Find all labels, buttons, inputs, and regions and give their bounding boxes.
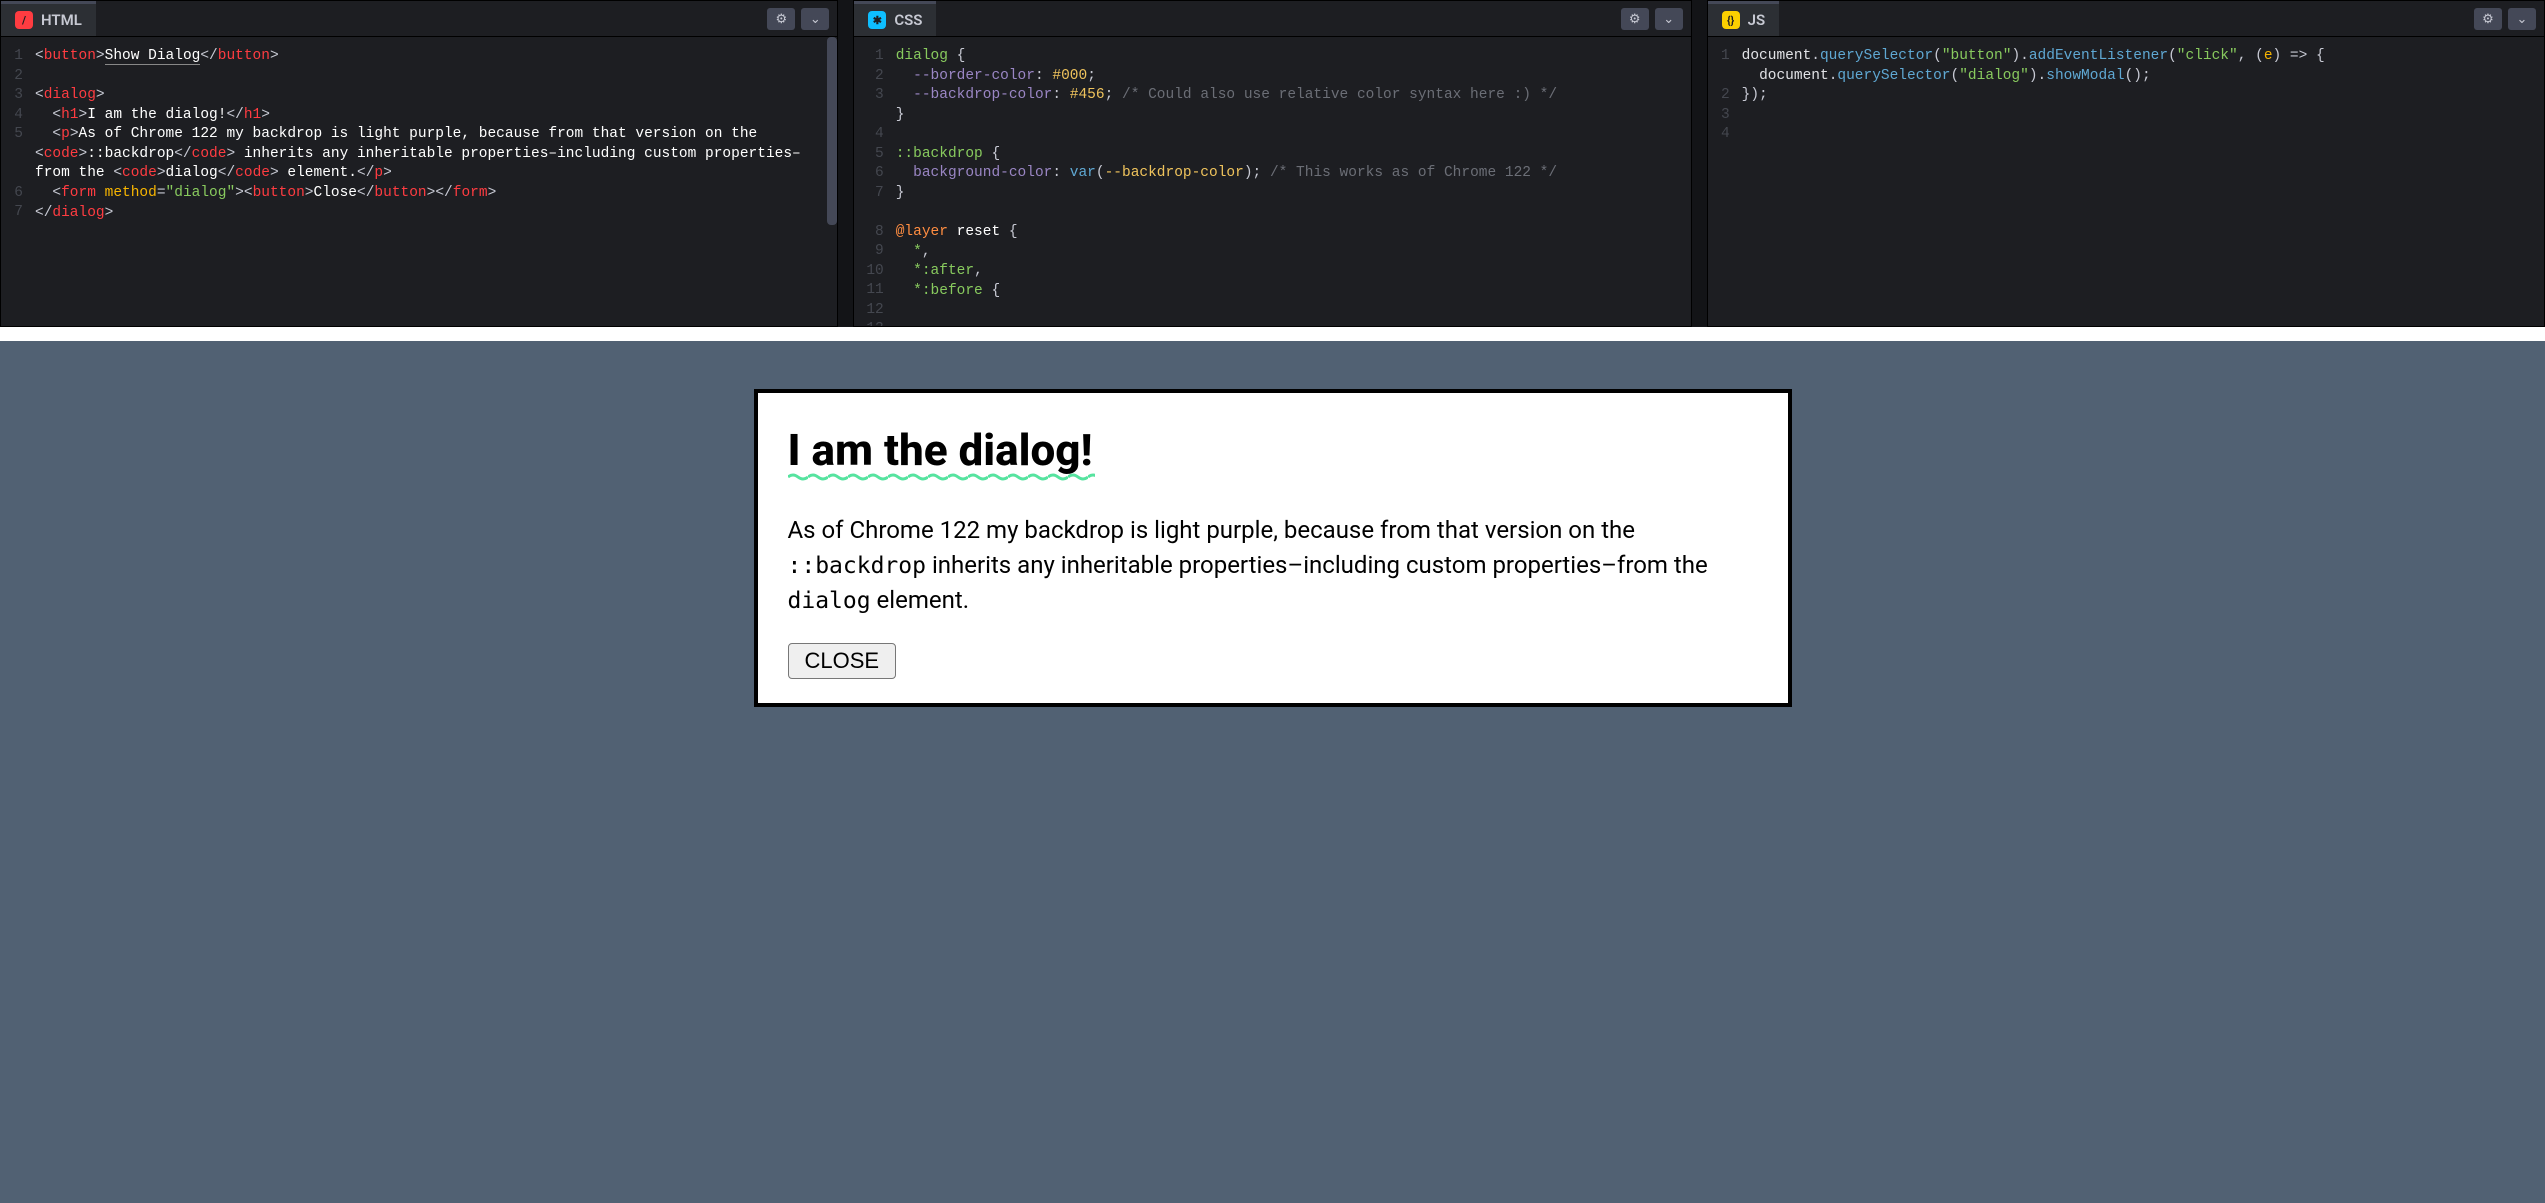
html-collapse-button[interactable]: ⌄	[801, 8, 829, 30]
js-header-controls: ⚙ ⌄	[2474, 8, 2536, 30]
css-tab-label: CSS	[894, 11, 922, 29]
css-code[interactable]: dialog { --border-color: #000; --backdro…	[892, 37, 1691, 326]
html-header-controls: ⚙ ⌄	[767, 8, 829, 30]
html-panel: / HTML ⚙ ⌄ 1234567 <button>Show Dialog</…	[0, 0, 838, 327]
css-icon: ✱	[868, 11, 886, 29]
js-tab-label: JS	[1748, 11, 1766, 29]
css-gutter: 12345678910111213	[854, 37, 891, 326]
html-editor[interactable]: 1234567 <button>Show Dialog</button> <di…	[1, 37, 837, 326]
html-settings-button[interactable]: ⚙	[767, 8, 795, 30]
dialog-code-backdrop: ::backdrop	[788, 553, 926, 579]
chevron-down-icon: ⌄	[2517, 11, 2528, 27]
chevron-down-icon: ⌄	[1663, 11, 1674, 27]
css-collapse-button[interactable]: ⌄	[1655, 8, 1683, 30]
html-scrollbar[interactable]	[827, 37, 837, 225]
close-button[interactable]: CLOSE	[788, 643, 897, 679]
html-gutter: 1234567	[1, 37, 31, 326]
js-settings-button[interactable]: ⚙	[2474, 8, 2502, 30]
js-code[interactable]: document.querySelector("button").addEven…	[1738, 37, 2544, 326]
dialog-text-mid: inherits any inheritable properties–incl…	[926, 551, 1708, 579]
dialog-paragraph: As of Chrome 122 my backdrop is light pu…	[788, 513, 1758, 618]
html-panel-header: / HTML ⚙ ⌄	[1, 1, 837, 37]
js-icon: {}	[1722, 11, 1740, 29]
js-editor[interactable]: 1234 document.querySelector("button").ad…	[1708, 37, 2544, 326]
dialog-code-dialog: dialog	[788, 588, 871, 614]
css-panel: ✱ CSS ⚙ ⌄ 12345678910111213 dialog { --b…	[853, 0, 1691, 327]
css-settings-button[interactable]: ⚙	[1621, 8, 1649, 30]
dialog: I am the dialog! As of Chrome 122 my bac…	[754, 389, 1792, 707]
editor-row: / HTML ⚙ ⌄ 1234567 <button>Show Dialog</…	[0, 0, 2545, 327]
html-tab-label: HTML	[41, 11, 82, 29]
gear-icon: ⚙	[2482, 11, 2494, 27]
html-code[interactable]: <button>Show Dialog</button> <dialog> <h…	[31, 37, 837, 326]
gear-icon: ⚙	[1629, 11, 1641, 27]
css-panel-header: ✱ CSS ⚙ ⌄	[854, 1, 1690, 37]
chevron-down-icon: ⌄	[810, 11, 821, 27]
dialog-heading: I am the dialog!	[788, 427, 1093, 473]
js-panel: {} JS ⚙ ⌄ 1234 document.querySelector("b…	[1707, 0, 2545, 327]
css-tab[interactable]: ✱ CSS	[854, 1, 936, 36]
css-editor[interactable]: 12345678910111213 dialog { --border-colo…	[854, 37, 1690, 326]
dialog-text-post: element.	[871, 586, 969, 614]
dialog-text-pre: As of Chrome 122 my backdrop is light pu…	[788, 516, 1636, 544]
html-icon: /	[15, 11, 33, 29]
js-tab[interactable]: {} JS	[1708, 1, 1780, 36]
css-header-controls: ⚙ ⌄	[1621, 8, 1683, 30]
gear-icon: ⚙	[776, 11, 788, 27]
output-pane[interactable]: I am the dialog! As of Chrome 122 my bac…	[0, 327, 2545, 1203]
js-collapse-button[interactable]: ⌄	[2508, 8, 2536, 30]
js-panel-header: {} JS ⚙ ⌄	[1708, 1, 2544, 37]
html-tab[interactable]: / HTML	[1, 1, 96, 36]
js-gutter: 1234	[1708, 37, 1738, 326]
